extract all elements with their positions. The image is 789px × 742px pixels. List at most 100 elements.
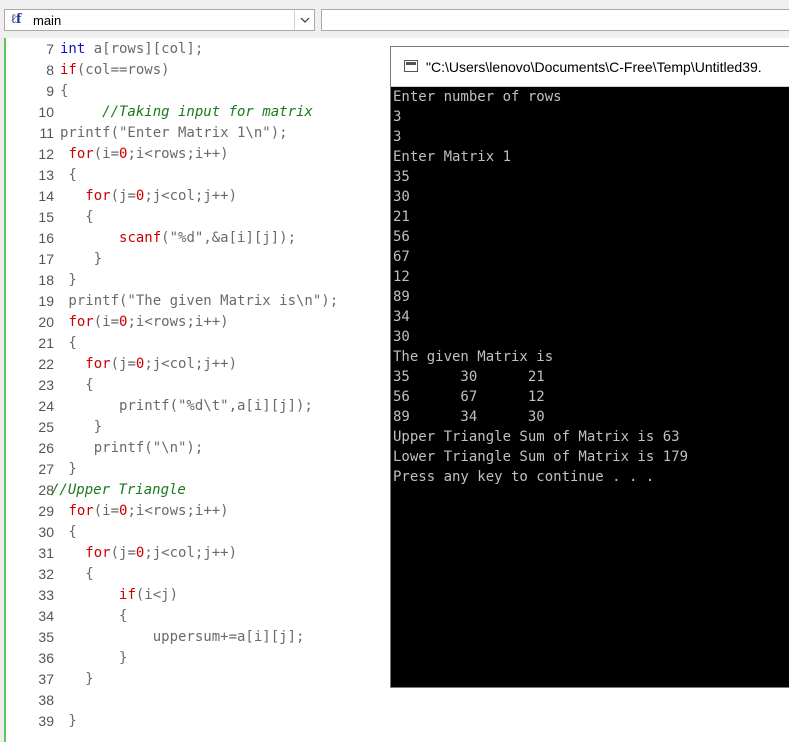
code-token: ;i<rows;i++) [127, 146, 229, 162]
secondary-selector[interactable] [321, 9, 789, 31]
line-number: 36 [38, 650, 54, 666]
code-text: int a[rows][col]; [60, 39, 203, 60]
code-token: { [60, 83, 69, 99]
line-number: 32 [38, 566, 54, 582]
code-token: ;j<col;j++) [144, 356, 238, 372]
code-token: for [85, 545, 111, 561]
code-token: (j= [110, 356, 136, 372]
console-line: 67 [393, 249, 410, 265]
line-number: 39 [38, 713, 54, 729]
code-text: printf("The given Matrix is\n"); [60, 291, 338, 312]
code-token: (col==rows) [76, 62, 170, 78]
code-text: printf("\n"); [60, 438, 204, 459]
code-token: { [60, 335, 77, 351]
code-token: //Taking input for matrix [60, 104, 313, 120]
code-token: printf("%d\t",a[i][j]); [60, 398, 313, 414]
code-token: ;j<col;j++) [144, 188, 238, 204]
line-number: 34 [38, 608, 54, 624]
code-text: scanf("%d",&a[i][j]); [60, 228, 296, 249]
console-title: "C:\Users\lenovo\Documents\C-Free\Temp\U… [426, 59, 762, 75]
code-line[interactable]: 39 } [0, 711, 789, 732]
code-token: uppersum+=a[i][j]; [60, 629, 305, 645]
code-token: (j= [110, 545, 136, 561]
console-line: Enter number of rows [393, 89, 562, 105]
line-number: 30 [38, 524, 54, 540]
code-token: ("%d",&a[i][j]); [161, 230, 297, 246]
console-output: Enter number of rows 3 3 Enter Matrix 1 35 30… [393, 87, 789, 685]
code-token: printf("\n"); [60, 440, 204, 456]
code-token: printf("Enter Matrix 1\n"); [60, 125, 288, 141]
console-line: Upper Triangle Sum of Matrix is 63 [393, 429, 680, 445]
code-text: for(i=0;i<rows;i++) [60, 501, 228, 522]
code-text: for(j=0;j<col;j++) [60, 354, 237, 375]
line-number: 38 [38, 692, 54, 708]
code-token: a[rows][col]; [93, 41, 204, 57]
function-selector[interactable]: ℓf main [4, 9, 315, 31]
code-text: { [60, 375, 94, 396]
code-token: if [60, 62, 77, 78]
line-number: 31 [38, 545, 54, 561]
console-line: 35 30 21 [393, 369, 545, 385]
console-line: 56 [393, 229, 410, 245]
line-number: 24 [38, 398, 54, 414]
console-line: Press any key to continue . . . [393, 469, 655, 485]
console-line: 89 34 30 [393, 409, 545, 425]
chevron-down-icon[interactable] [294, 10, 314, 30]
line-number: 19 [38, 293, 54, 309]
code-text: //Upper Triangle [51, 480, 186, 501]
console-line: Enter Matrix 1 [393, 149, 512, 165]
line-number: 20 [38, 314, 54, 330]
code-token: } [60, 713, 77, 729]
code-token: { [60, 524, 77, 540]
code-token: for [85, 356, 111, 372]
console-line: 34 [393, 309, 410, 325]
code-token: (i= [93, 146, 120, 162]
code-token: ;j<col;j++) [144, 545, 238, 561]
code-line[interactable]: 38 [0, 690, 789, 711]
code-token: } [60, 671, 94, 687]
code-token: } [60, 272, 77, 288]
code-text: { [60, 207, 93, 228]
line-number: 16 [38, 230, 54, 246]
code-text: { [60, 564, 93, 585]
console-titlebar[interactable]: "C:\Users\lenovo\Documents\C-Free\Temp\U… [391, 47, 789, 87]
code-token: } [60, 419, 103, 435]
code-token: } [60, 461, 77, 477]
console-window[interactable]: "C:\Users\lenovo\Documents\C-Free\Temp\U… [390, 46, 789, 688]
code-text: } [60, 249, 102, 270]
code-text: //Taking input for matrix [60, 102, 313, 123]
code-token: scanf [119, 230, 162, 246]
code-token: //Upper Triangle [51, 482, 186, 498]
code-token: if [119, 587, 136, 603]
code-text: if(col==rows) [60, 60, 170, 81]
code-text: printf("%d\t",a[i][j]); [60, 396, 313, 417]
code-text: { [60, 333, 77, 354]
console-line: 30 [393, 329, 410, 345]
code-text: } [60, 270, 77, 291]
line-number: 12 [38, 146, 54, 162]
line-number: 10 [38, 104, 54, 120]
code-text: { [60, 81, 68, 102]
line-number: 14 [38, 188, 54, 204]
line-number: 15 [38, 209, 54, 225]
code-text: } [60, 417, 102, 438]
line-number: 29 [38, 503, 54, 519]
code-token: { [60, 167, 77, 183]
console-line: 89 [393, 289, 410, 305]
function-name: main [33, 13, 62, 28]
code-token: (i= [93, 503, 120, 519]
code-token: { [60, 608, 128, 624]
line-number: 37 [38, 671, 54, 687]
code-text: printf("Enter Matrix 1\n"); [60, 123, 288, 144]
toolbar: ℓf main [0, 0, 789, 39]
line-number: 25 [38, 419, 54, 435]
console-line: Lower Triangle Sum of Matrix is 179 [393, 449, 689, 465]
line-number: 35 [38, 629, 54, 645]
code-text: } [60, 459, 77, 480]
code-token: { [60, 377, 94, 393]
